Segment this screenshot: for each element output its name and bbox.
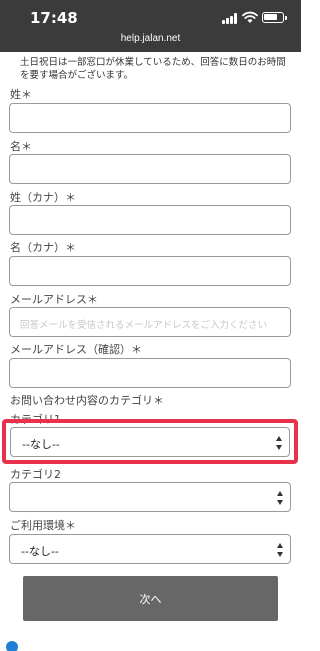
select-arrows-icon bbox=[277, 543, 283, 557]
select-arrows-icon bbox=[276, 436, 282, 450]
first-name-label: 名＊ bbox=[10, 140, 32, 153]
status-time: 17:48 bbox=[30, 9, 78, 27]
category1-select[interactable]: --なし-- bbox=[10, 427, 290, 457]
last-name-kana-input[interactable] bbox=[9, 205, 291, 235]
select-arrows-icon bbox=[277, 491, 283, 505]
url-bar[interactable]: help.jalan.net bbox=[0, 33, 301, 44]
battery-icon bbox=[262, 12, 287, 23]
cellular-signal-icon bbox=[222, 13, 239, 24]
environment-value: --なし-- bbox=[21, 545, 59, 558]
category2-select[interactable] bbox=[9, 482, 291, 512]
first-name-kana-label: 名（カナ）＊ bbox=[10, 241, 76, 254]
category1-value: --なし-- bbox=[22, 438, 60, 451]
next-button[interactable]: 次へ bbox=[23, 576, 278, 621]
email-confirm-input[interactable] bbox=[9, 358, 291, 388]
last-name-kana-label: 姓（カナ）＊ bbox=[10, 191, 76, 204]
first-name-input[interactable] bbox=[9, 154, 291, 184]
browser-header: 17:48 help.jalan.net bbox=[0, 0, 301, 52]
environment-label: ご利用環境＊ bbox=[10, 519, 76, 532]
wifi-icon bbox=[242, 11, 258, 23]
chat-icon[interactable] bbox=[6, 641, 18, 651]
holiday-notice: 土日祝日は一部窓口が休業しているため、回答に数日のお時間を要す場合がございます。 bbox=[20, 57, 286, 81]
first-name-kana-input[interactable] bbox=[9, 256, 291, 286]
category-heading: お問い合わせ内容のカテゴリ＊ bbox=[10, 394, 164, 407]
email-confirm-label: メールアドレス（確認）＊ bbox=[10, 343, 142, 356]
environment-select[interactable]: --なし-- bbox=[9, 534, 291, 564]
email-label: メールアドレス＊ bbox=[10, 293, 98, 306]
category2-label: カテゴリ2 bbox=[10, 468, 61, 481]
email-input[interactable]: 回答メールを受信されるメールアドレスをご入力ください bbox=[9, 307, 291, 337]
last-name-input[interactable] bbox=[9, 103, 291, 133]
status-bar: 17:48 bbox=[0, 0, 301, 34]
email-placeholder: 回答メールを受信されるメールアドレスをご入力ください bbox=[20, 320, 268, 331]
last-name-label: 姓＊ bbox=[10, 88, 32, 101]
